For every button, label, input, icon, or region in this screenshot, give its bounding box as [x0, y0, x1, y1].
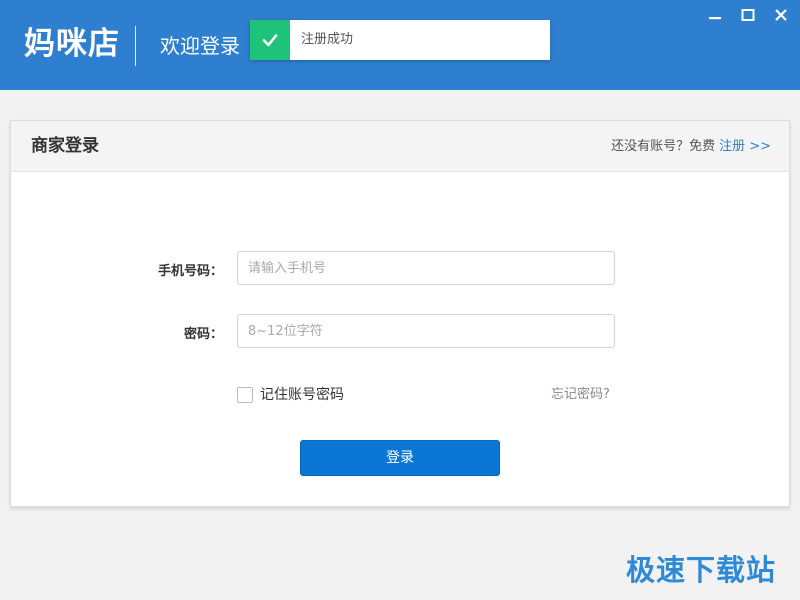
header-divider — [135, 26, 136, 66]
app-logo: 妈咪店 — [24, 26, 120, 62]
welcome-text: 欢迎登录 — [160, 34, 240, 58]
remember-checkbox[interactable] — [237, 387, 253, 403]
phone-input[interactable] — [237, 251, 615, 285]
remember-label: 记住账号密码 — [260, 387, 344, 403]
panel-header: 商家登录 还没有账号？免费 注册 >> — [11, 121, 789, 172]
register-prompt: 还没有账号？免费 注册 >> — [611, 121, 771, 173]
phone-label: 手机号码： — [157, 264, 223, 279]
login-button[interactable]: 登录 — [300, 440, 500, 476]
register-link[interactable]: 注册 >> — [719, 139, 771, 154]
toast-message: 注册成功 — [301, 32, 354, 47]
title-bar: 妈咪店 欢迎登录 注册成功 — [0, 0, 800, 90]
close-icon[interactable] — [771, 5, 791, 25]
success-toast: 注册成功 — [250, 20, 550, 60]
password-input[interactable] — [237, 314, 615, 348]
password-label: 密码： — [183, 327, 223, 342]
minimize-icon[interactable] — [705, 5, 725, 25]
login-panel: 商家登录 还没有账号？免费注册 >> 手机号码： 密码： 记住账号密码 忘记密码… — [10, 120, 790, 507]
panel-title: 商家登录 — [31, 136, 99, 156]
maximize-icon[interactable] — [738, 5, 758, 25]
watermark-logo: 极速下载站 — [626, 553, 777, 587]
forgot-password-link[interactable]: 忘记密码? — [551, 385, 610, 405]
check-icon — [250, 20, 290, 60]
register-prompt-text: 还没有账号？免费 — [611, 139, 716, 154]
